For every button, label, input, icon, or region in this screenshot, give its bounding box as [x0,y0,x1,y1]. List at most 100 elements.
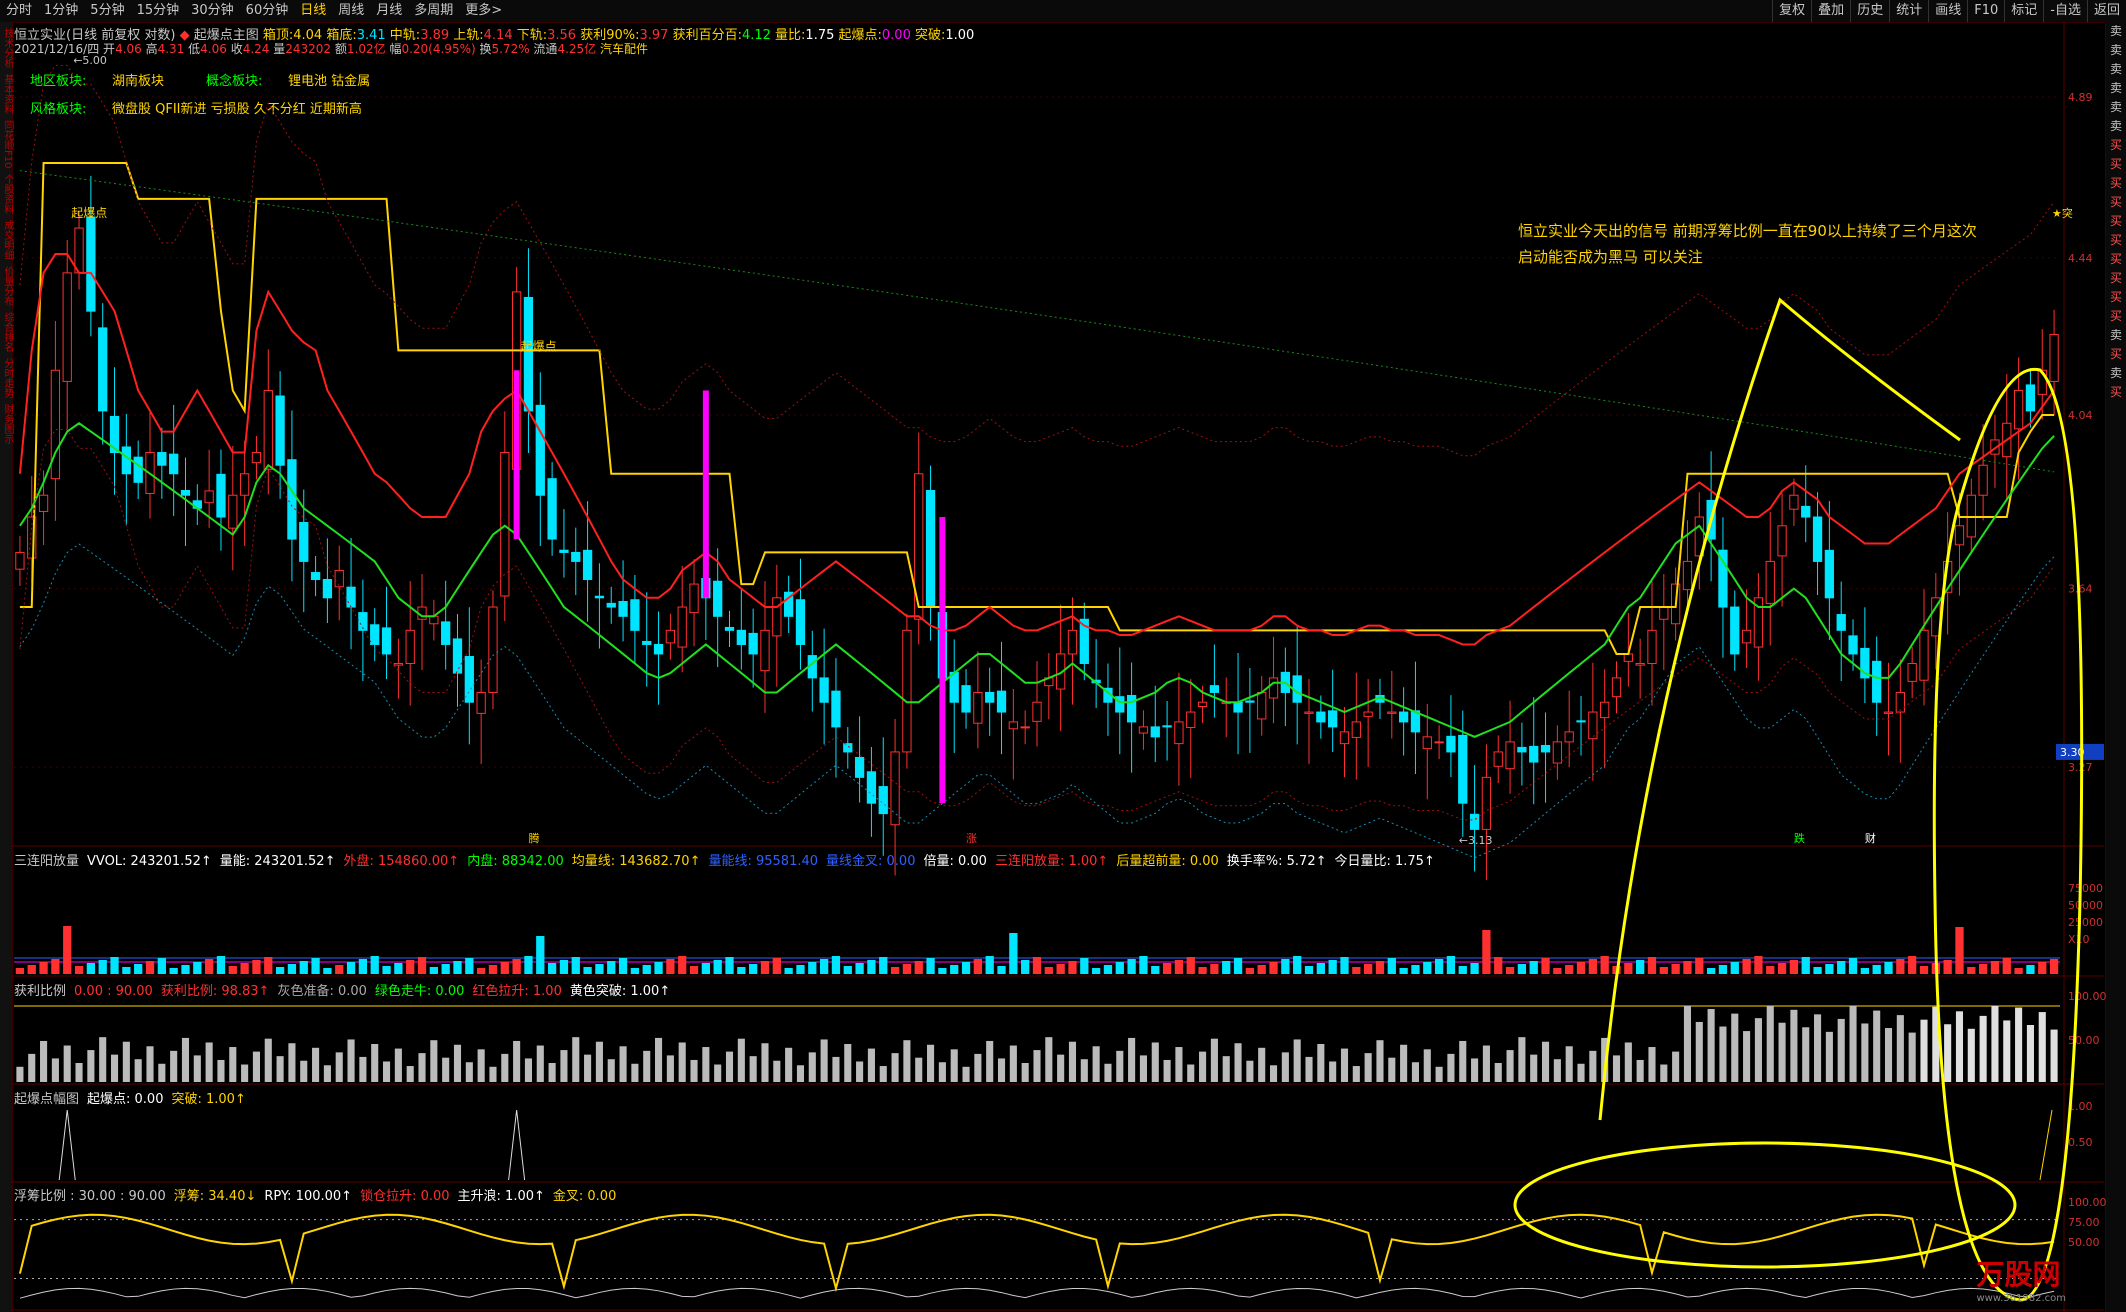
qibao-spike [508,1109,526,1181]
profit-axis-label: 50.00 [2068,1034,2100,1047]
candle-body [1765,560,1775,604]
profit-bar [1222,1056,1230,1082]
panel-header-item: 绿色走牛: 0.00 [374,984,465,999]
candle-body [1848,635,1858,655]
profit-bar [229,1047,237,1082]
candle-body [748,632,758,655]
volume-bar [394,963,403,974]
candle-body [310,572,321,581]
candle-body [819,677,829,703]
profit-bar [1908,1032,1916,1082]
volume-bar [713,960,722,974]
volume-bar [441,964,450,974]
annotation-line-1: 恒立实业今天出的信号 前期浮筹比例一直在90以上持续了三个月这次 [1518,222,1977,240]
profit-bar [1317,1044,1325,1082]
profit-bar [276,1056,284,1082]
volume-bar [595,964,604,974]
profit-bar [288,1043,296,1082]
profit-bar [1577,1063,1585,1082]
panel-header-item: 0.00 : 90.00 [74,984,153,999]
profit-bar [1009,1045,1017,1082]
panel-header-item: 主升浪: 1.00↑ [457,1189,545,1204]
volume-bar [1127,959,1136,974]
volume-bar [1162,963,1172,974]
candle-body [429,615,439,625]
volume-axis-label: 75000 [2068,882,2103,895]
volume-bar [583,967,592,974]
candle-body [1257,691,1267,720]
volume-bar [299,961,308,974]
high-price-label: ←5.00 [73,54,107,67]
profit-bar [181,1037,190,1082]
profit-bar [1329,1061,1337,1082]
candle-body [1268,677,1279,699]
volume-bar [382,966,391,974]
volume-bar [1636,960,1645,974]
panel-header-item: 黄色突破: 1.00↑ [569,984,671,999]
profit-bar [63,1045,71,1082]
volume-bar [772,958,781,974]
volume-bar [1588,959,1597,974]
candle-body [795,599,806,645]
volume-bar [1009,933,1018,974]
profit-bar [2050,1029,2058,1082]
volume-bar [1174,960,1184,974]
panel-header-item: 量能: 243201.52↑ [219,854,336,869]
candle-body [582,549,593,581]
profit-bar [1269,1065,1278,1082]
profit-bar [1884,1028,1893,1082]
volume-bar [1671,964,1680,974]
candle-body [925,489,936,608]
candle-body [1576,720,1586,723]
volume-bar [914,961,923,974]
candle-body [1458,734,1468,804]
watermark-logo: 万股网 www.361982.com [1976,1253,2066,1304]
candle-body [1529,745,1539,763]
profit-bar [879,1066,887,1082]
candle-body [251,452,262,464]
profit-bar [725,1051,734,1082]
candle-body [1174,721,1184,745]
candle-body [1872,660,1882,703]
candle-body [1493,751,1503,767]
profit-bar [1707,1009,1715,1082]
profit-bar [1979,1015,1987,1082]
volume-bar [1044,967,1053,974]
panel-header-item: 突破: 1.00↑ [171,1092,246,1107]
volume-bar [737,967,746,974]
profit-bar [1045,1037,1053,1082]
candle-body [216,473,226,518]
profit-bar [1471,1058,1479,1082]
profit-bar [1447,1053,1455,1082]
candle-body [405,629,415,664]
volume-bar [902,964,912,974]
volume-bar [950,965,959,974]
profit-bar [785,1047,793,1082]
volume-bar [819,959,829,974]
candle-body [1600,701,1610,719]
volume-bar [618,958,628,974]
profit-bar [1151,1042,1159,1082]
volume-bar [1825,964,1834,974]
profit-bar [1435,1066,1443,1082]
chart-canvas[interactable]: 4.894.444.043.643.273.30←5.00←3.13起爆点起爆点… [0,0,2126,1312]
volume-bar [1943,960,1952,974]
volume-bar [1340,957,1349,974]
profit-bar [560,1050,568,1082]
volume-bar [796,965,805,974]
volume-bar [264,957,273,974]
candle-body [1895,691,1905,713]
profit-bar [347,1039,355,1082]
volume-bar [536,936,545,974]
candle-body [98,327,108,412]
panel-header-item: 换手率%: 5.72↑ [1226,854,1327,869]
panel-header-item: 浮筹比例 : 30.00 : 90.00 [14,1189,166,1204]
volume-bar [890,967,900,974]
volume-panel-header: 三连阳放量 VVOL: 243201.52↑ 量能: 243201.52↑ 外盘: 1… [14,850,1443,869]
profit-bar [2038,1012,2046,1082]
profit-bar [2015,1007,2023,1082]
volume-bar [630,968,640,974]
profit-bar [1955,1011,1964,1082]
volume-bar [488,965,498,974]
volume-bar [240,963,249,974]
